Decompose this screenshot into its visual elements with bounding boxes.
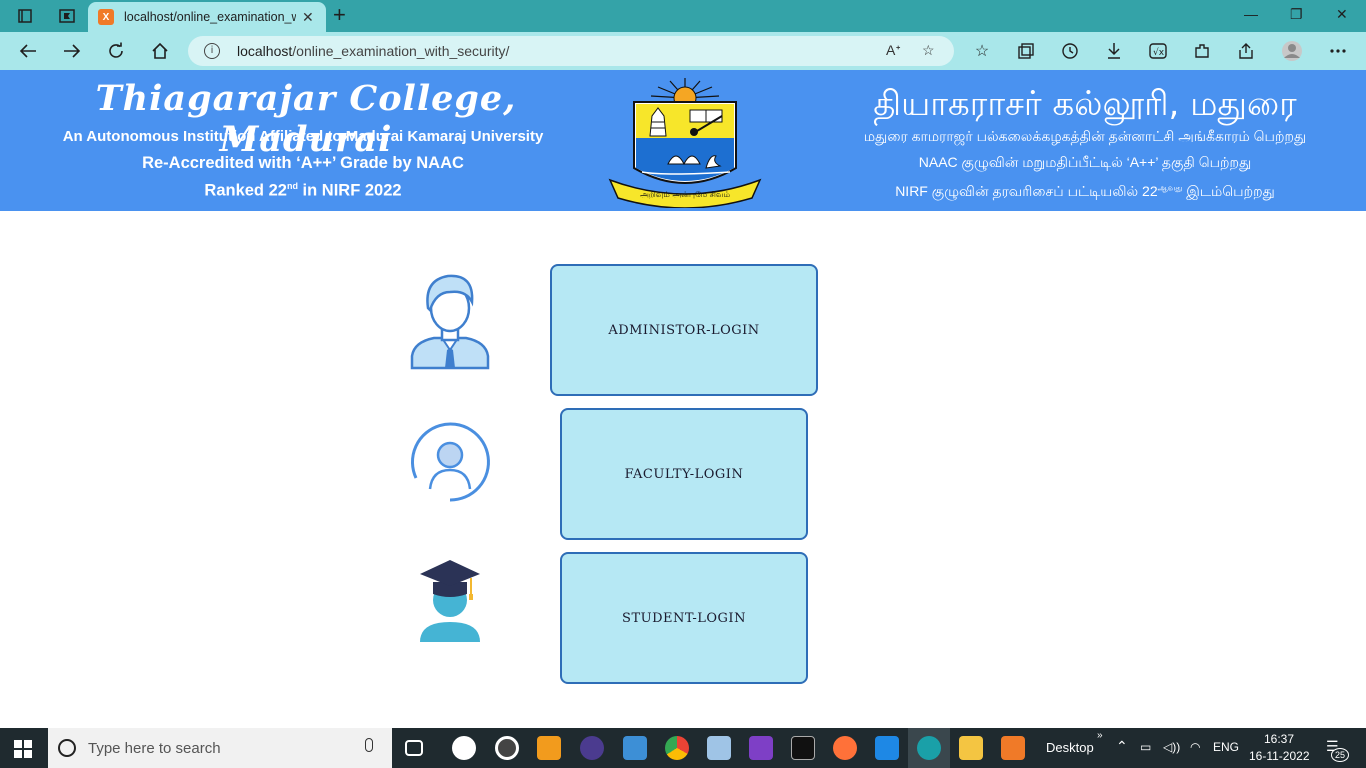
forward-icon[interactable] <box>60 39 84 63</box>
math-solver-icon[interactable]: √x <box>1146 39 1170 63</box>
task-view-icon[interactable] <box>405 740 423 756</box>
media-player-icon[interactable] <box>495 736 519 760</box>
minimize-icon[interactable]: — <box>1244 6 1258 22</box>
graduate-icon <box>420 560 480 642</box>
wifi-icon[interactable]: ◠ <box>1190 740 1200 754</box>
command-prompt-icon[interactable] <box>791 736 815 760</box>
github-desktop-icon[interactable] <box>749 736 773 760</box>
vscode-icon[interactable] <box>875 736 899 760</box>
faculty-login-button[interactable]: FACULTY-LOGIN <box>560 408 808 540</box>
file-explorer-icon[interactable] <box>959 736 983 760</box>
edge-icon[interactable] <box>917 736 941 760</box>
nirf-ta-suffix: இடம்பெற்றது <box>1182 183 1275 199</box>
toolbar-overflow-icon[interactable]: » <box>1097 730 1103 741</box>
administrator-login-button[interactable]: ADMINISTOR-LOGIN <box>550 264 818 396</box>
nirf-ta-sup: ஆவது <box>1157 183 1183 193</box>
history-icon[interactable] <box>1058 39 1082 63</box>
tab-active[interactable]: X localhost/online_examination_w ✕ <box>88 2 326 32</box>
student-login-button[interactable]: STUDENT-LOGIN <box>560 552 808 684</box>
nirf-ranking-tamil: NIRF குழுவின் தரவரிசைப் பட்டியலில் 22ஆவத… <box>820 183 1350 202</box>
address-url: localhost/online_examination_with_securi… <box>237 43 509 59</box>
back-icon[interactable] <box>16 39 40 63</box>
windows-start-icon[interactable] <box>14 740 32 758</box>
add-favorite-icon[interactable]: ☆ <box>922 42 935 59</box>
extensions-icon[interactable] <box>1190 39 1214 63</box>
microphone-icon[interactable] <box>365 738 373 752</box>
nirf-ta-prefix: NIRF குழுவின் தரவரிசைப் பட்டியலில் 22 <box>895 183 1158 199</box>
taskbar-search-placeholder: Type here to search <box>88 740 221 757</box>
affiliation-tamil: மதுரை காமராஜர் பல்கலைக்கழகத்தின் தன்னாட்… <box>863 128 1307 144</box>
more-menu-icon[interactable] <box>1326 39 1350 63</box>
workspaces-icon[interactable] <box>54 4 80 28</box>
college-name-english: Thiagarajar College, Madurai <box>95 78 517 160</box>
nirf-en-suffix: in NIRF 2022 <box>297 181 402 200</box>
site-info-icon[interactable]: i <box>204 43 220 59</box>
tab-title: localhost/online_examination_w <box>124 10 296 24</box>
xampp-icon: X <box>98 9 114 25</box>
search-ring-icon <box>58 739 76 757</box>
college-emblem-icon: அறிவும் அன்புமே சிவம் <box>608 78 762 208</box>
home-icon[interactable] <box>148 39 172 63</box>
sublime-text-icon[interactable] <box>537 736 561 760</box>
tab-actions-icon[interactable] <box>12 4 38 28</box>
nirf-en-sup: nd <box>286 181 298 191</box>
naac-accreditation-tamil: NAAC குழுவின் மறுமதிப்பீட்டில் ‘A++’ தகு… <box>918 154 1252 170</box>
read-aloud-icon[interactable]: Aᐩ <box>886 42 901 59</box>
chrome-icon[interactable] <box>665 736 689 760</box>
administrator-avatar-icon <box>410 274 490 370</box>
taskbar-search-box[interactable]: Type here to search <box>48 728 392 768</box>
battery-icon[interactable]: ▭ <box>1140 740 1151 754</box>
favorites-icon[interactable]: ☆ <box>970 39 994 63</box>
nirf-en-prefix: Ranked 22 <box>204 181 287 200</box>
share-icon[interactable] <box>1234 39 1258 63</box>
new-tab-icon[interactable]: + <box>333 4 346 26</box>
writer-app-icon[interactable] <box>452 736 476 760</box>
naac-accreditation-english: Re-Accredited with ‘A++’ Grade by NAAC <box>142 154 464 172</box>
volume-icon[interactable]: ◁)) <box>1163 740 1180 754</box>
url-host: localhost <box>237 43 293 59</box>
close-window-icon[interactable]: ✕ <box>1336 6 1348 23</box>
url-path: /online_examination_with_security/ <box>292 43 510 59</box>
browser-toolbar: i localhost/online_examination_with_secu… <box>0 32 1366 70</box>
clock-time[interactable]: 16:37 <box>1264 732 1294 746</box>
svg-text:√x: √x <box>1153 47 1165 58</box>
nirf-ranking-english: Ranked 22nd in NIRF 2022 <box>40 181 566 201</box>
user-circle-icon <box>410 422 490 502</box>
profile-avatar-icon[interactable] <box>1280 39 1304 63</box>
notification-count-badge: 25 <box>1331 748 1349 762</box>
college-banner: Thiagarajar College, Madurai An Autonomo… <box>0 70 1366 211</box>
windows-taskbar: Type here to search Desktop » ⌃ ▭ ◁)) ◠ … <box>0 728 1366 768</box>
tab-close-icon[interactable]: ✕ <box>302 9 314 26</box>
notes-app-icon[interactable] <box>707 736 731 760</box>
desktop-toolbar-label[interactable]: Desktop <box>1046 740 1094 755</box>
computer-app-icon[interactable] <box>623 736 647 760</box>
browser-tab-strip: X localhost/online_examination_w ✕ + — ❐… <box>0 0 1366 32</box>
college-name-tamil: தியாகராசர் கல்லூரி, மதுரை <box>873 84 1297 124</box>
show-hidden-icons-icon[interactable]: ⌃ <box>1116 738 1128 755</box>
firefox-icon[interactable] <box>833 736 857 760</box>
affiliation-english: An Autonomous Institution Affiliated to … <box>62 128 544 145</box>
emblem-motto: அறிவும் அன்புமே சிவம் <box>640 190 730 199</box>
language-indicator[interactable]: ENG <box>1213 740 1239 754</box>
collections-icon[interactable] <box>1014 39 1038 63</box>
address-bar[interactable]: i localhost/online_examination_with_secu… <box>188 36 954 66</box>
refresh-icon[interactable] <box>104 39 128 63</box>
xampp-taskbar-icon[interactable] <box>1001 736 1025 760</box>
eclipse-icon[interactable] <box>580 736 604 760</box>
downloads-icon[interactable] <box>1102 39 1126 63</box>
restore-icon[interactable]: ❐ <box>1290 6 1303 23</box>
clock-date[interactable]: 16-11-2022 <box>1249 749 1310 763</box>
